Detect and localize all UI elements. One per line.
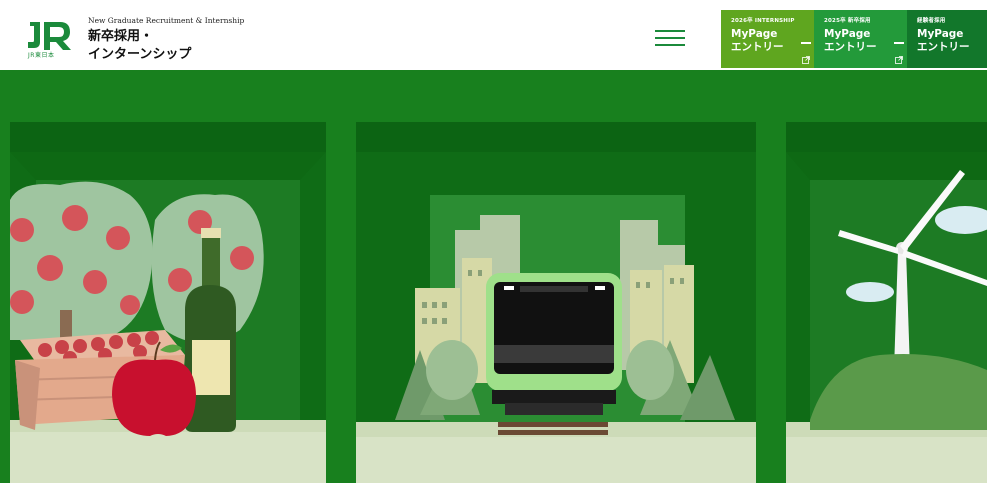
external-link-icon: [895, 56, 903, 64]
entry-category: 2025卒 新卒採用: [824, 18, 871, 24]
site-title[interactable]: New Graduate Recruitment & Internship 新卒…: [88, 16, 244, 64]
hamburger-menu-icon[interactable]: [655, 28, 685, 48]
entry-mypage-label: MyPage: [917, 28, 964, 40]
separator-dash: [894, 42, 904, 44]
new-graduate-mypage-entry-button[interactable]: 2025卒 新卒採用 MyPage エントリー: [814, 10, 907, 68]
entry-mypage-label: MyPage: [731, 28, 778, 40]
entry-mypage-label: MyPage: [824, 28, 871, 40]
entry-category: 経験者採用: [917, 18, 946, 24]
external-link-icon: [802, 56, 810, 64]
site-header: JR東日本 New Graduate Recruitment & Interns…: [0, 0, 987, 70]
entry-category: 2026卒 INTERNSHIP: [731, 18, 795, 24]
internship-mypage-entry-button[interactable]: 2026卒 INTERNSHIP MyPage エントリー: [721, 10, 814, 68]
site-title-jp-line2: インターンシップ: [88, 47, 192, 62]
entry-label: エントリー: [917, 41, 970, 53]
hero-scene: [0, 70, 987, 483]
separator-dash: [801, 42, 811, 44]
logo-caption: JR東日本: [28, 52, 55, 59]
site-title-jp-line1: 新卒採用・: [88, 29, 154, 44]
experienced-mypage-entry-button[interactable]: 経験者採用 MyPage エントリー: [907, 10, 987, 68]
yamanote-train: [486, 273, 622, 435]
hero-illustration: [0, 70, 987, 483]
site-title-english: New Graduate Recruitment & Internship: [88, 16, 245, 25]
